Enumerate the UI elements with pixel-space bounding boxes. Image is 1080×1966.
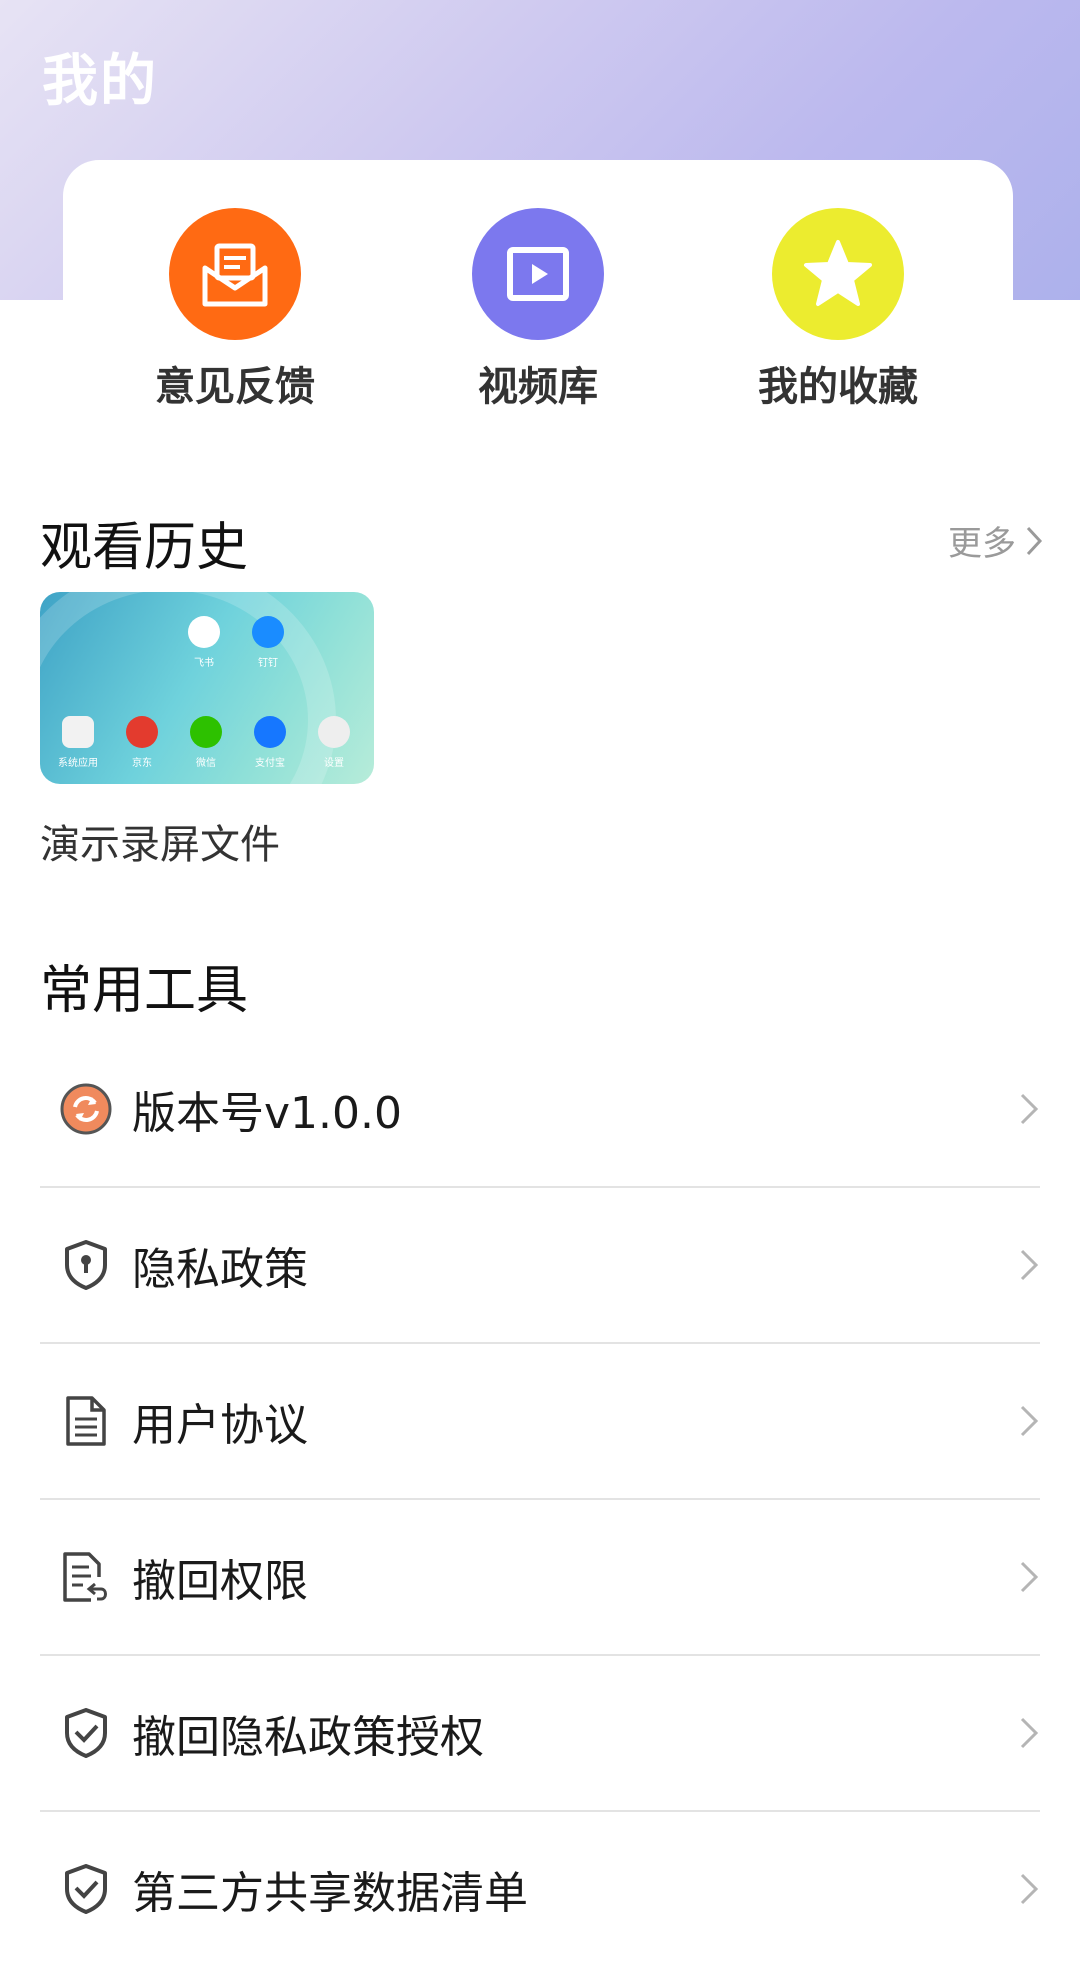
- tool-label: 隐私政策: [132, 1244, 308, 1295]
- tool-row-revoke-privacy-consent[interactable]: 撤回隐私政策授权: [40, 1656, 1040, 1812]
- tool-label: 第三方共享数据清单: [132, 1868, 528, 1919]
- feedback-circle: [169, 208, 301, 340]
- quick-actions-card: 意见反馈 视频库 我的收藏: [63, 160, 1013, 430]
- video-library-button[interactable]: 视频库: [428, 208, 648, 412]
- app-label: 设置: [324, 758, 344, 769]
- tool-label: 撤回隐私政策授权: [132, 1712, 484, 1763]
- tool-label: 用户协议: [132, 1400, 308, 1451]
- app-label: 飞书: [194, 658, 214, 669]
- app-icon-alipay: [254, 716, 286, 748]
- tool-row-third-party-data[interactable]: 第三方共享数据清单: [40, 1812, 1040, 1966]
- app-icon-wechat: [190, 716, 222, 748]
- history-section-title: 观看历史: [40, 518, 249, 578]
- more-label: 更多: [948, 524, 1016, 564]
- app-label: 京东: [132, 758, 152, 769]
- tools-section-title: 常用工具: [40, 961, 249, 1021]
- shield-lock-icon: [58, 1237, 114, 1293]
- app-label: 微信: [196, 758, 216, 769]
- mail-icon: [202, 243, 268, 307]
- feedback-label: 意见反馈: [155, 364, 315, 410]
- favorites-button[interactable]: 我的收藏: [728, 208, 948, 412]
- document-icon: [58, 1393, 114, 1449]
- tool-row-revoke-permissions[interactable]: 撤回权限: [40, 1500, 1040, 1656]
- document-revoke-icon: [58, 1549, 114, 1605]
- favorites-label: 我的收藏: [758, 364, 918, 410]
- update-icon: [58, 1081, 114, 1137]
- app-icon-settings: [318, 716, 350, 748]
- video-library-circle: [472, 208, 604, 340]
- video-library-label: 视频库: [478, 364, 598, 410]
- chevron-right-icon: [1020, 1249, 1039, 1281]
- chevron-right-icon: [1026, 526, 1043, 555]
- shield-check-icon: [58, 1861, 114, 1917]
- history-thumbnail[interactable]: 飞书 钉钉 系统应用 京东 微信 支付宝 设置: [40, 592, 374, 784]
- app-icon-dingtalk: [252, 616, 284, 648]
- app-icon-system: [62, 716, 94, 748]
- tool-label: 版本号v1.0.0: [132, 1088, 402, 1139]
- tool-row-version[interactable]: 版本号v1.0.0: [40, 1032, 1040, 1188]
- history-item-caption: 演示录屏文件: [40, 822, 280, 868]
- chevron-right-icon: [1020, 1405, 1039, 1437]
- tool-row-user-agreement[interactable]: 用户协议: [40, 1344, 1040, 1500]
- chevron-right-icon: [1020, 1561, 1039, 1593]
- app-icon-jd: [126, 716, 158, 748]
- app-icon-feishu: [188, 616, 220, 648]
- chevron-right-icon: [1020, 1873, 1039, 1905]
- tool-row-privacy-policy[interactable]: 隐私政策: [40, 1188, 1040, 1344]
- play-icon: [507, 247, 569, 301]
- star-icon: [804, 240, 872, 306]
- app-label: 钉钉: [258, 658, 278, 669]
- chevron-right-icon: [1020, 1093, 1039, 1125]
- page-title: 我的: [42, 49, 158, 114]
- feedback-button[interactable]: 意见反馈: [125, 208, 345, 412]
- history-more-link[interactable]: 更多: [948, 516, 1044, 565]
- app-label: 系统应用: [58, 758, 98, 769]
- shield-check-icon: [58, 1705, 114, 1761]
- favorites-circle: [772, 208, 904, 340]
- app-label: 支付宝: [255, 758, 285, 769]
- chevron-right-icon: [1020, 1717, 1039, 1749]
- tools-list: 版本号v1.0.0 隐私政策 用户协议 撤回权限 撤回隐私政策授权 第三方共享数…: [40, 1032, 1040, 1966]
- tool-label: 撤回权限: [132, 1556, 308, 1607]
